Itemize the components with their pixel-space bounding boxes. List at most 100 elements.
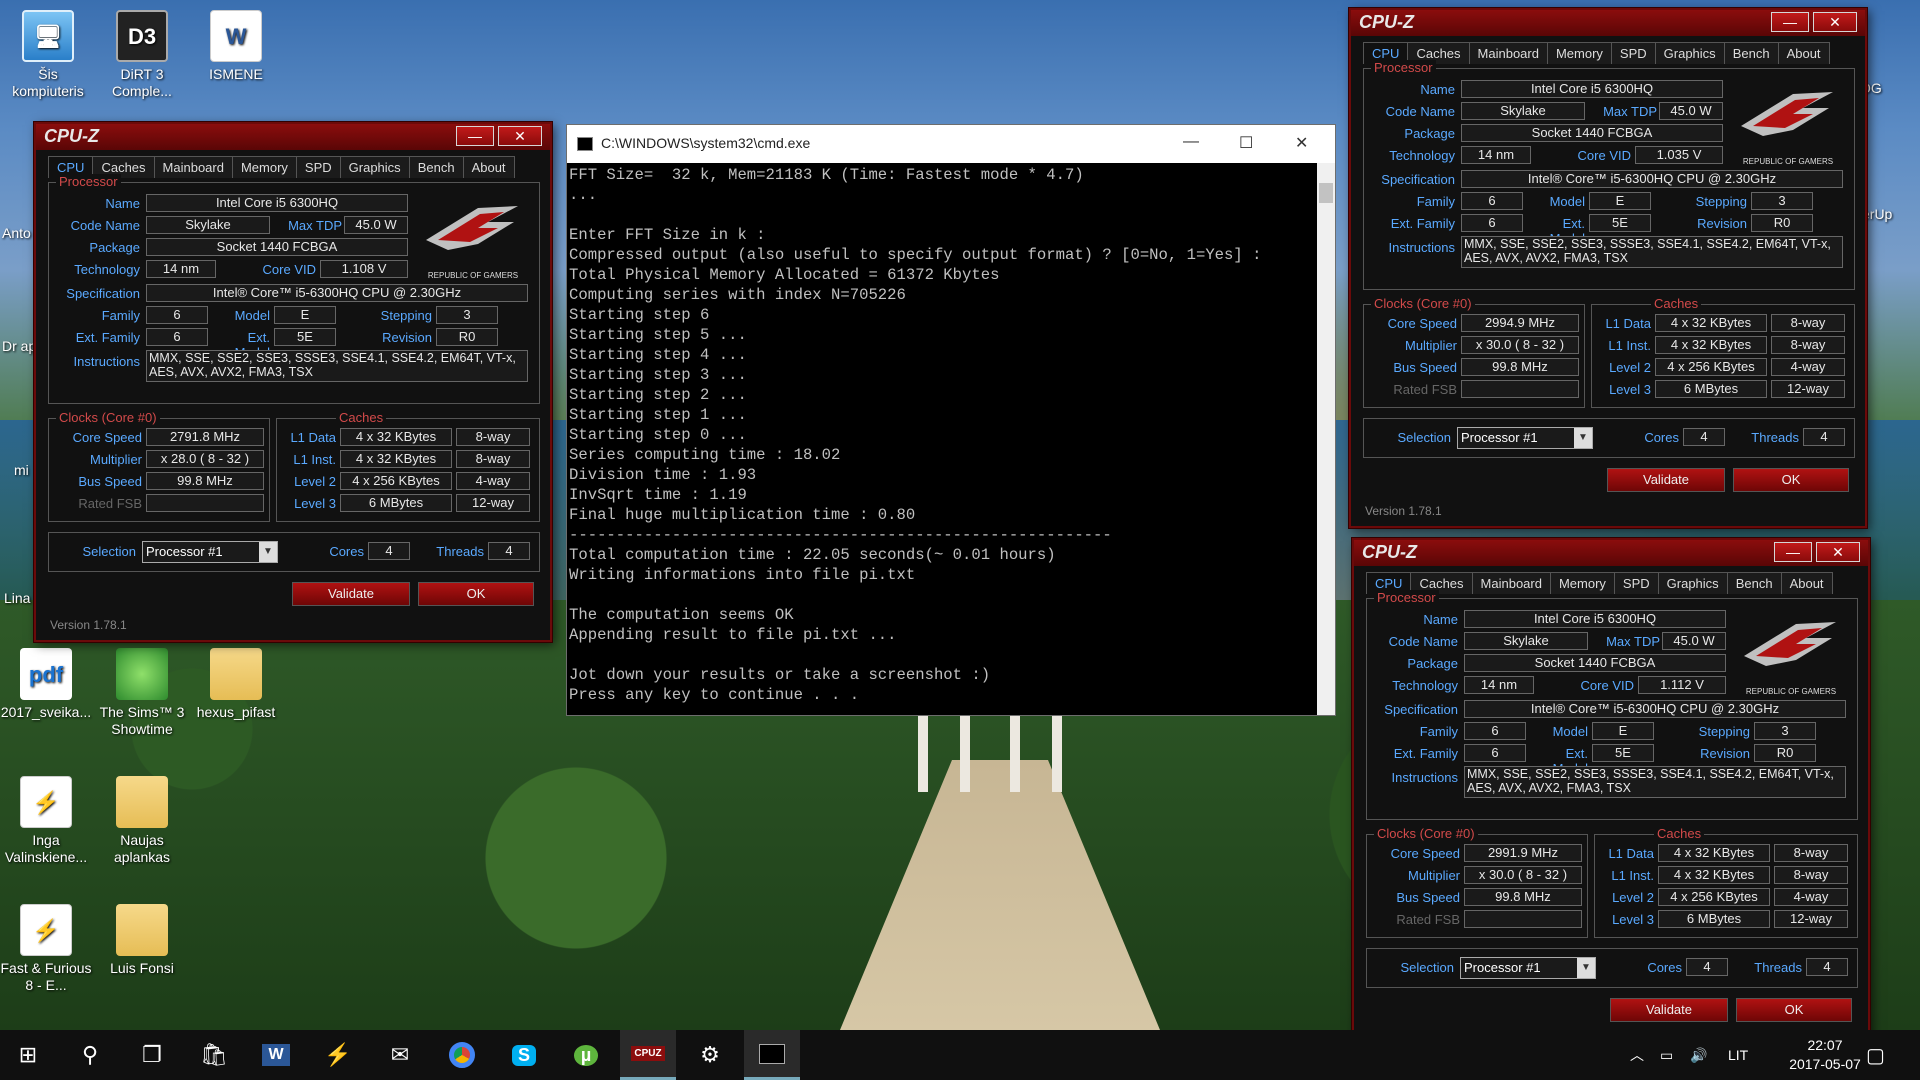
cpuz-window[interactable]: CPU-Z — ✕ CPU Caches Mainboard Memory SPD Graphi… [1352,538,1870,1058]
desktop-icon[interactable]: hexus_pifast [190,648,282,721]
label-core_vid: Core VID [1580,678,1634,693]
validate-button[interactable]: Validate [292,582,410,606]
tab-spd[interactable]: SPD [1610,42,1656,64]
close-icon[interactable]: ✕ [1295,133,1308,153]
tab-about[interactable]: About [462,156,515,178]
tab-mainboard[interactable]: Mainboard [153,156,233,178]
utorrent-icon[interactable]: µ [558,1030,614,1080]
close-icon[interactable]: ✕ [498,126,542,146]
label-rated_fsb: Rated FSB [78,496,142,511]
chevron-down-icon[interactable]: ▼ [1577,958,1595,978]
tab-bench[interactable]: Bench [1726,572,1782,594]
label-level3: Level 3 [1612,912,1654,927]
chevron-down-icon[interactable]: ▼ [1574,428,1592,448]
tab-bench[interactable]: Bench [1723,42,1779,64]
scrollbar-thumb[interactable] [1319,183,1333,203]
tab-memory[interactable]: Memory [1546,42,1612,64]
volume-icon[interactable]: 🔊 [1690,1030,1707,1080]
tab-memory[interactable]: Memory [231,156,297,178]
maximize-icon[interactable]: ☐ [1239,133,1253,153]
desktop-icon[interactable]: ⚡ Inga Valinskiene... [0,776,92,866]
tab-about[interactable]: About [1777,42,1830,64]
label-core_speed: Core Speed [1390,846,1460,861]
desktop-icon[interactable]: ⚡ Fast & Furious 8 - E... [0,904,92,994]
chevron-down-icon[interactable]: ▼ [259,542,277,562]
clock[interactable]: 22:07 2017-05-07 [1780,1036,1870,1074]
processor-select[interactable]: Processor #1 ▼ [142,541,278,563]
cpuz-taskbar-icon[interactable]: CPUZ [620,1030,676,1080]
label-package: Package [89,240,140,255]
label-name: Name [1420,82,1455,97]
notification-icon[interactable]: ▢ [1866,1030,1885,1080]
processor-select[interactable]: Processor #1 ▼ [1460,957,1596,979]
tab-about[interactable]: About [1780,572,1833,594]
clocks-section-title: Clocks (Core #0) [1374,826,1478,841]
desktop-icon[interactable]: 🖥 Šis kompiuteris [2,10,94,100]
start-icon[interactable]: ⊞ [0,1030,56,1080]
desktop-partial-label: Anto [2,225,31,241]
tab-mainboard[interactable]: Mainboard [1468,42,1548,64]
minimize-icon[interactable]: — [1183,133,1199,151]
desktop-icon[interactable]: Naujas aplankas [96,776,188,866]
tab-graphics[interactable]: Graphics [1657,572,1728,594]
label-specification: Specification [66,286,140,301]
battery-icon[interactable]: ▭ [1660,1030,1673,1080]
processor-select[interactable]: Processor #1 ▼ [1457,427,1593,449]
desktop-icon-image [116,648,168,700]
cmd-scrollbar[interactable] [1317,163,1335,715]
value-revision: R0 [1751,214,1813,232]
chrome-icon[interactable] [434,1030,490,1080]
minimize-icon[interactable]: — [1774,542,1812,562]
minimize-icon[interactable]: — [456,126,494,146]
desktop-icon-image: pdf [20,648,72,700]
cmd-window[interactable]: C:\WINDOWS\system32\cmd.exe — ☐ ✕ FFT Si… [566,124,1336,716]
validate-button[interactable]: Validate [1610,998,1728,1022]
tab-spd[interactable]: SPD [295,156,341,178]
desktop-icon[interactable]: W ISMENE [190,10,282,83]
tab-graphics[interactable]: Graphics [1654,42,1725,64]
cpuz-window[interactable]: CPU-Z — ✕ CPU Caches Mainboard Memory SPD Graphi… [1349,8,1867,528]
ok-button[interactable]: OK [418,582,534,606]
desktop-icon[interactable]: D3 DiRT 3 Comple... [96,10,188,100]
validate-button[interactable]: Validate [1607,468,1725,492]
tray-chevron-icon[interactable]: ︿ [1630,1030,1644,1080]
mail-icon[interactable]: ✉ [372,1030,428,1080]
cpuz-titlebar[interactable]: CPU-Z — ✕ [36,124,550,150]
skype-icon[interactable]: S [496,1030,552,1080]
cpuz-tabs: CPU Caches Mainboard Memory SPD Graphics Bench… [1366,572,1856,594]
cmd-titlebar[interactable]: C:\WINDOWS\system32\cmd.exe — ☐ ✕ [567,125,1335,163]
tab-spd[interactable]: SPD [1613,572,1659,594]
value-level2: 4 x 256 KBytes [1655,358,1767,376]
tab-graphics[interactable]: Graphics [339,156,410,178]
app-lightning-icon[interactable]: ⚡ [310,1030,366,1080]
cpuz-titlebar[interactable]: CPU-Z — ✕ [1354,540,1868,566]
value-ext-model: 5E [274,328,336,346]
label-cores: Cores [1647,960,1682,975]
value-family: 6 [146,306,208,324]
cmd-taskbar-icon[interactable] [744,1030,800,1080]
language-indicator[interactable]: LIT [1728,1030,1748,1080]
value-core-vid: 1.108 V [320,260,408,278]
ok-button[interactable]: OK [1733,468,1849,492]
settings-gear-icon[interactable]: ⚙ [682,1030,738,1080]
desktop-icon[interactable]: pdf 2017_sveika... [0,648,92,721]
tab-mainboard[interactable]: Mainboard [1471,572,1551,594]
tab-memory[interactable]: Memory [1549,572,1615,594]
cpuz-window[interactable]: CPU-Z — ✕ CPU Caches Mainboard Memory SPD Graphi… [34,122,552,642]
task-view-icon[interactable]: ❐ [124,1030,180,1080]
desktop-icon[interactable]: The Sims™ 3 Showtime [96,648,188,738]
value-l1-data-way: 8-way [1774,844,1848,862]
search-icon[interactable]: ⚲ [62,1030,118,1080]
ok-button[interactable]: OK [1736,998,1852,1022]
close-icon[interactable]: ✕ [1813,12,1857,32]
close-icon[interactable]: ✕ [1816,542,1860,562]
desktop-icon[interactable]: Luis Fonsi [96,904,188,977]
label-ext_family: Ext. Family [1390,216,1455,231]
cpuz-titlebar[interactable]: CPU-Z — ✕ [1351,10,1865,36]
word-icon[interactable]: W [248,1030,304,1080]
rog-logo-text: REPUBLIC OF GAMERS [1745,687,1837,696]
label-level2: Level 2 [1612,890,1654,905]
store-icon[interactable]: 🛍 [186,1030,242,1080]
tab-bench[interactable]: Bench [408,156,464,178]
minimize-icon[interactable]: — [1771,12,1809,32]
